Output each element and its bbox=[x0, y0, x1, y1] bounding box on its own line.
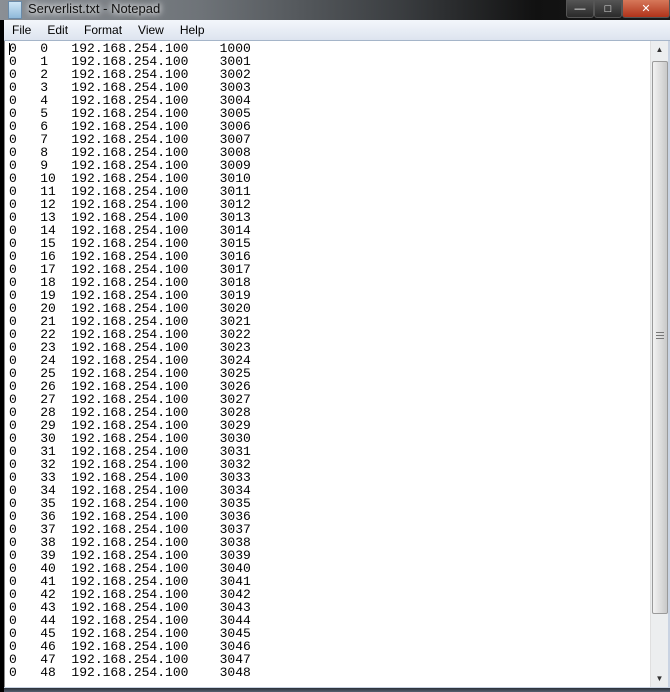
text-caret bbox=[9, 43, 10, 55]
document-text[interactable]: 0 0 192.168.254.100 1000 0 1 192.168.254.… bbox=[5, 41, 650, 679]
title-bar[interactable]: Serverlist.txt - Notepad — □ ✕ bbox=[0, 0, 670, 20]
menu-bar: File Edit Format View Help bbox=[4, 20, 670, 41]
arrow-up-icon: ▲ bbox=[655, 45, 664, 54]
notepad-icon bbox=[8, 1, 22, 19]
scrollbar-thumb[interactable] bbox=[652, 61, 668, 614]
window-controls: — □ ✕ bbox=[566, 0, 670, 18]
scroll-down-button[interactable]: ▼ bbox=[651, 670, 668, 687]
close-button[interactable]: ✕ bbox=[622, 0, 670, 18]
menu-help[interactable]: Help bbox=[172, 20, 213, 40]
minimize-button[interactable]: — bbox=[566, 0, 594, 18]
maximize-button[interactable]: □ bbox=[594, 0, 622, 18]
text-editor[interactable]: 0 0 192.168.254.100 1000 0 1 192.168.254.… bbox=[4, 41, 650, 687]
menu-file[interactable]: File bbox=[4, 20, 39, 40]
scroll-up-button[interactable]: ▲ bbox=[651, 41, 668, 58]
arrow-down-icon: ▼ bbox=[655, 674, 664, 683]
minimize-icon: — bbox=[574, 2, 586, 15]
menu-format[interactable]: Format bbox=[76, 20, 130, 40]
menu-edit[interactable]: Edit bbox=[39, 20, 76, 40]
grip-icon bbox=[656, 332, 664, 340]
text-line: 0 48 192.168.254.100 3048 bbox=[9, 665, 251, 680]
maximize-icon: □ bbox=[604, 2, 612, 15]
window-title: Serverlist.txt - Notepad bbox=[28, 1, 161, 16]
close-icon: ✕ bbox=[641, 3, 651, 15]
vertical-scrollbar[interactable]: ▲ ▼ bbox=[650, 41, 668, 687]
window-bottom-border bbox=[4, 688, 670, 692]
window-frame: File Edit Format View Help 0 0 192.168.2… bbox=[4, 20, 670, 692]
menu-view[interactable]: View bbox=[130, 20, 172, 40]
